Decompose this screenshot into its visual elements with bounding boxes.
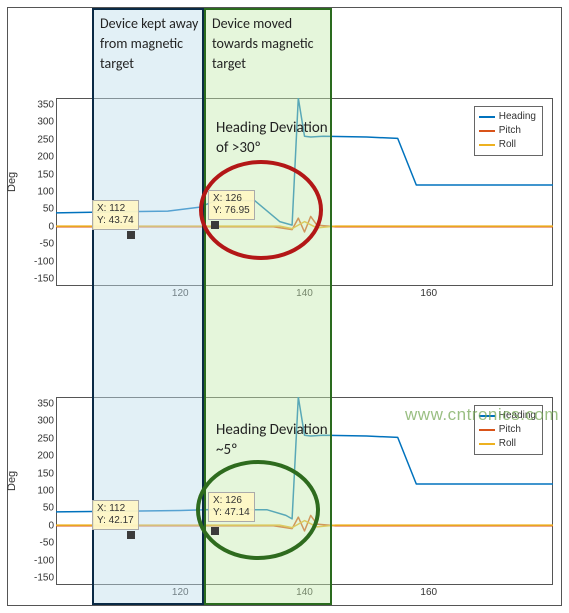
legend-pitch: Pitch — [479, 124, 536, 138]
y-axis-lower: Deg -150-100-50050100150200250300350 — [8, 397, 56, 585]
legend-swatch-heading — [479, 415, 495, 417]
y-tick: -50 — [40, 239, 54, 250]
y-ticks-upper: -150 -100 -50 0 50 100 150 200 250 300 350 — [8, 98, 56, 286]
y-tick: 150 — [37, 468, 54, 479]
legend-lower: Heading Pitch Roll — [474, 405, 543, 455]
chart-upper: Deg -150-100-50050100150200250300350 120… — [8, 8, 561, 306]
y-tick: 250 — [37, 134, 54, 145]
legend-label-heading: Heading — [499, 409, 536, 423]
chart-lower: Deg -150-100-50050100150200250300350 120… — [8, 307, 561, 605]
y-tick: -150 — [34, 573, 54, 584]
legend-swatch-roll — [479, 443, 495, 445]
legend-label-roll: Roll — [499, 437, 516, 451]
x-tick: 160 — [420, 587, 437, 598]
legend-roll: Roll — [479, 437, 536, 451]
y-axis-upper: Deg -150-100-50050100150200250300350 — [8, 98, 56, 286]
legend-heading: Heading — [479, 110, 536, 124]
legend-pitch: Pitch — [479, 423, 536, 437]
y-tick: 200 — [37, 152, 54, 163]
legend-heading: Heading — [479, 409, 536, 423]
x-tick: 140 — [296, 587, 313, 598]
legend-label-heading: Heading — [499, 110, 536, 124]
x-tick: 160 — [420, 288, 437, 299]
legend-label-pitch: Pitch — [499, 423, 521, 437]
y-tick: 0 — [48, 520, 54, 531]
y-tick: 100 — [37, 486, 54, 497]
y-tick: -50 — [40, 538, 54, 549]
y-tick: -150 — [34, 274, 54, 285]
legend-label-pitch: Pitch — [499, 124, 521, 138]
legend-swatch-pitch — [479, 130, 495, 132]
legend-label-roll: Roll — [499, 138, 516, 152]
series-pitch — [56, 515, 553, 531]
legend-upper: Heading Pitch Roll — [474, 106, 543, 156]
y-tick: 50 — [43, 503, 54, 514]
x-ticks-upper: 120 140 160 — [56, 288, 553, 302]
y-tick: 50 — [43, 204, 54, 215]
y-ticks-lower: -150 -100 -50 0 50 100 150 200 250 300 350 — [8, 397, 56, 585]
legend-swatch-heading — [479, 116, 495, 118]
y-tick: -100 — [34, 555, 54, 566]
legend-swatch-pitch — [479, 429, 495, 431]
legend-swatch-roll — [479, 144, 495, 146]
x-tick: 120 — [172, 288, 189, 299]
y-tick: 300 — [37, 416, 54, 427]
y-tick: 0 — [48, 221, 54, 232]
y-tick: 350 — [37, 398, 54, 409]
legend-roll: Roll — [479, 138, 536, 152]
y-tick: 300 — [37, 117, 54, 128]
series-pitch — [56, 216, 553, 232]
figure-frame: Deg -150-100-50050100150200250300350 120… — [8, 8, 561, 605]
y-tick: 350 — [37, 99, 54, 110]
x-ticks-lower: 120 140 160 — [56, 587, 553, 601]
y-tick: 200 — [37, 451, 54, 462]
y-tick: 150 — [37, 169, 54, 180]
x-tick: 140 — [296, 288, 313, 299]
x-tick: 120 — [172, 587, 189, 598]
y-tick: 250 — [37, 433, 54, 444]
y-tick: -100 — [34, 256, 54, 267]
y-tick: 100 — [37, 187, 54, 198]
